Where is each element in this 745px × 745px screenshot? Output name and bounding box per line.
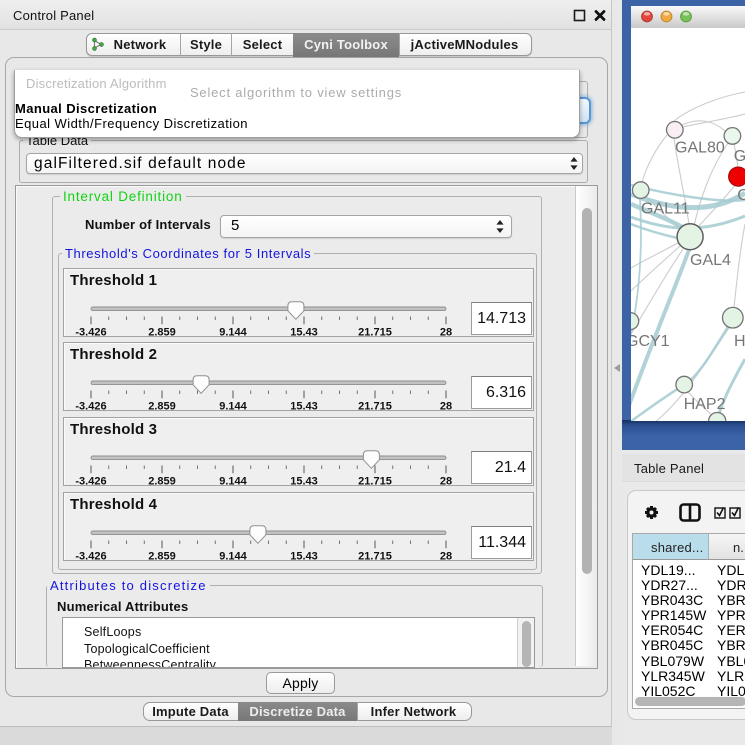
svg-text:HAP2: HAP2 — [684, 396, 726, 413]
svg-text:15.43: 15.43 — [290, 476, 318, 486]
svg-text:21.715: 21.715 — [358, 551, 392, 561]
svg-text:2.859: 2.859 — [148, 327, 176, 337]
svg-text:21.715: 21.715 — [358, 327, 392, 337]
svg-text:2.859: 2.859 — [148, 476, 176, 486]
svg-text:21.715: 21.715 — [358, 476, 392, 486]
svg-text:CDC: CDC — [737, 187, 745, 204]
svg-text:28: 28 — [440, 327, 452, 337]
svg-text:9.144: 9.144 — [219, 327, 247, 337]
svg-text:15.43: 15.43 — [290, 401, 318, 411]
svg-text:9.144: 9.144 — [219, 476, 247, 486]
svg-text:GAL7: GAL7 — [734, 148, 745, 165]
svg-text:-3.426: -3.426 — [75, 551, 106, 561]
svg-text:GAL11: GAL11 — [641, 201, 690, 218]
svg-text:15.43: 15.43 — [290, 551, 318, 561]
svg-text:21.715: 21.715 — [358, 401, 392, 411]
svg-text:15.43: 15.43 — [290, 327, 318, 337]
svg-text:2.859: 2.859 — [148, 401, 176, 411]
svg-text:GAL4: GAL4 — [690, 252, 731, 269]
svg-text:-3.426: -3.426 — [75, 401, 106, 411]
svg-text:2.859: 2.859 — [148, 551, 176, 561]
svg-text:-3.426: -3.426 — [75, 476, 106, 486]
svg-text:-3.426: -3.426 — [75, 327, 106, 337]
svg-text:9.144: 9.144 — [219, 401, 247, 411]
svg-text:GAL80: GAL80 — [675, 140, 725, 157]
svg-text:HIS: HIS — [734, 333, 745, 350]
svg-text:28: 28 — [440, 551, 452, 561]
svg-text:28: 28 — [440, 401, 452, 411]
svg-text:9.144: 9.144 — [219, 551, 247, 561]
svg-text:28: 28 — [440, 476, 452, 486]
svg-text:GCY1: GCY1 — [631, 333, 670, 350]
